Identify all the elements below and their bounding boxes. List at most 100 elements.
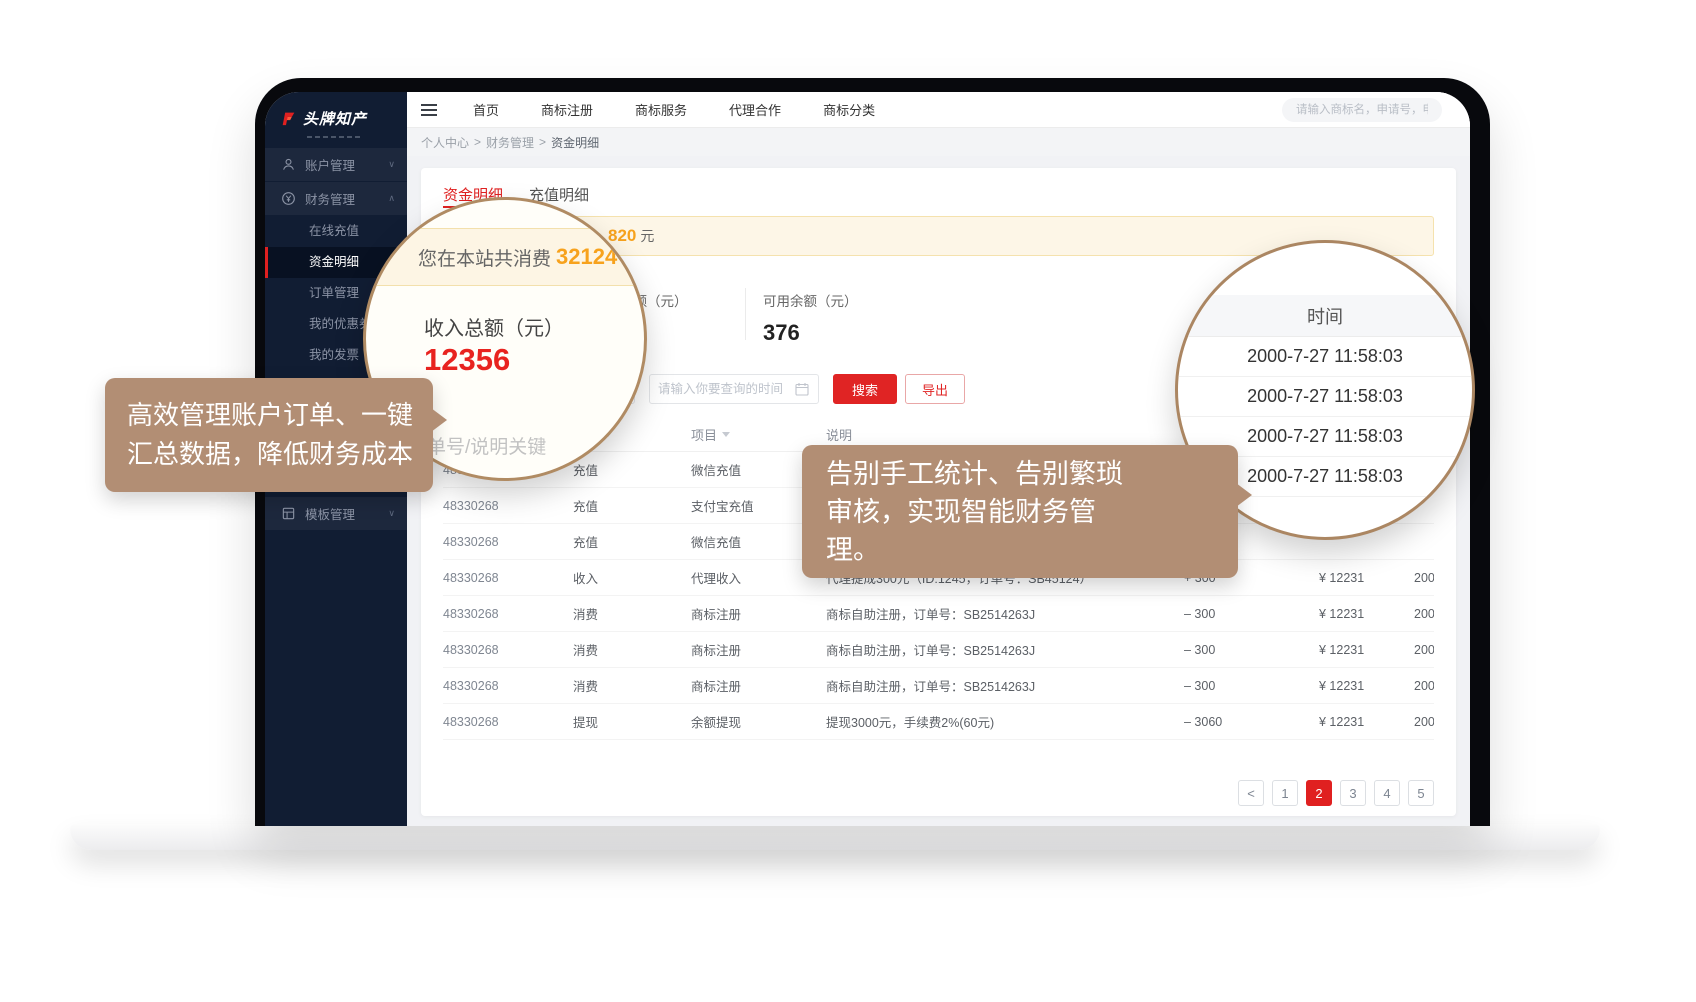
cell-amount: – 300 bbox=[1184, 607, 1319, 621]
stage: 头牌知产 账户管理 ∨ bbox=[0, 0, 1696, 1002]
template-icon bbox=[281, 506, 296, 521]
header-project[interactable]: 项目 bbox=[691, 425, 826, 444]
cell-project: 余额提现 bbox=[691, 712, 826, 731]
cell-type: 提现 bbox=[573, 712, 691, 731]
cell-time: 2000-7-27 11:58:03 bbox=[1414, 571, 1434, 585]
user-icon bbox=[281, 157, 296, 172]
cell-order: 48330268 bbox=[443, 535, 573, 549]
pagination: < 1 2 3 4 5 bbox=[443, 780, 1434, 806]
callout-line: 高效管理账户订单、一键 bbox=[127, 396, 433, 435]
cell-order: 48330268 bbox=[443, 499, 573, 513]
calendar-icon bbox=[795, 382, 809, 396]
cell-desc: 商标自助注册，订单号：SB2514263J bbox=[826, 604, 1184, 623]
sidebar-item-template[interactable]: 模板管理 ∨ bbox=[265, 497, 407, 530]
lens-time-row: 2000-7-27 11:58:03 bbox=[1178, 337, 1472, 377]
cell-amount: – 300 bbox=[1184, 643, 1319, 657]
callout-left: 高效管理账户订单、一键 汇总数据，降低财务成本 bbox=[105, 378, 433, 492]
breadcrumb-part[interactable]: 个人中心 bbox=[421, 134, 469, 151]
chevron-down-icon: ∨ bbox=[388, 508, 395, 519]
nav-item-trademark-category[interactable]: 商标分类 bbox=[823, 100, 875, 119]
cell-type: 充值 bbox=[573, 496, 691, 515]
lens-banner-magnified: 您在本站共消费 32124 元 bbox=[366, 228, 644, 286]
pagination-page-1[interactable]: 1 bbox=[1272, 780, 1298, 806]
header-desc: 说明 bbox=[826, 425, 1184, 444]
laptop-base bbox=[70, 824, 1600, 850]
pagination-page-3[interactable]: 3 bbox=[1340, 780, 1366, 806]
pagination-page-5[interactable]: 5 bbox=[1408, 780, 1434, 806]
cell-time: 2000-7-27 11:58:03 bbox=[1414, 715, 1434, 729]
cell-type: 充值 bbox=[573, 532, 691, 551]
stat-value: 376 bbox=[763, 320, 858, 346]
cell-amount: – 3060 bbox=[1184, 715, 1319, 729]
cell-order: 48330268 bbox=[443, 679, 573, 693]
cell-time: 2000-7-27 11:58:03 bbox=[1414, 679, 1434, 693]
sidebar-item-label: 财务管理 bbox=[305, 189, 355, 208]
callout-line: 审核，实现智能财务管 bbox=[826, 493, 1238, 531]
lens-income-label: 收入总额（元） bbox=[424, 312, 564, 341]
callout-line: 理。 bbox=[826, 531, 1238, 569]
card-tabs: 资金明细 充值明细 bbox=[443, 168, 1434, 208]
nav-item-trademark-register[interactable]: 商标注册 bbox=[541, 100, 593, 119]
sort-caret-icon bbox=[722, 432, 730, 437]
lens-time-header: 时间 bbox=[1178, 295, 1472, 337]
brand-name: 头牌知产 bbox=[303, 108, 367, 129]
callout-line: 汇总数据，降低财务成本 bbox=[127, 435, 433, 474]
brand-logo-icon bbox=[281, 111, 296, 126]
cell-project: 商标注册 bbox=[691, 604, 826, 623]
pagination-page-4[interactable]: 4 bbox=[1374, 780, 1400, 806]
search-button[interactable]: 搜索 bbox=[833, 374, 897, 404]
breadcrumb-separator: > bbox=[474, 135, 481, 149]
cell-type: 充值 bbox=[573, 460, 691, 479]
sidebar-item-label: 模板管理 bbox=[305, 504, 355, 523]
table-row: 48330268 消费 商标注册 商标自助注册，订单号：SB2514263J –… bbox=[443, 668, 1434, 704]
cell-time: 2000-7-27 11:58:03 bbox=[1414, 643, 1434, 657]
hamburger-menu-icon[interactable] bbox=[421, 104, 437, 116]
top-navbar: 首页 商标注册 商标服务 代理合作 商标分类 bbox=[407, 92, 1470, 128]
cell-type: 消费 bbox=[573, 604, 691, 623]
cell-desc: 商标自助注册，订单号：SB2514263J bbox=[826, 640, 1184, 659]
sidebar-item-account[interactable]: 账户管理 ∨ bbox=[265, 148, 407, 181]
cell-project: 商标注册 bbox=[691, 676, 826, 695]
table-row: 48330268 消费 商标注册 商标自助注册，订单号：SB2514263J –… bbox=[443, 596, 1434, 632]
cell-balance: ¥ 12231 bbox=[1319, 571, 1414, 585]
cell-balance: ¥ 12231 bbox=[1319, 607, 1414, 621]
chevron-down-icon: ∨ bbox=[388, 159, 395, 170]
nav-item-agent-cooperation[interactable]: 代理合作 bbox=[729, 100, 781, 119]
cell-type: 收入 bbox=[573, 568, 691, 587]
cell-order: 48330268 bbox=[443, 571, 573, 585]
cell-balance: ¥ 12231 bbox=[1319, 679, 1414, 693]
lens-time-row: 2000-7-27 11:58:03 bbox=[1178, 377, 1472, 417]
cell-desc: 提现3000元，手续费2%(60元) bbox=[826, 712, 1184, 731]
nav-item-trademark-service[interactable]: 商标服务 bbox=[635, 100, 687, 119]
stat-label: 可用余额（元） bbox=[763, 290, 858, 310]
cell-balance: ¥ 12231 bbox=[1319, 643, 1414, 657]
cell-balance: ¥ 12231 bbox=[1319, 715, 1414, 729]
cell-order: 48330268 bbox=[443, 715, 573, 729]
breadcrumb-current: 资金明细 bbox=[551, 134, 599, 151]
lens-banner-prefix: 您在本站共消费 bbox=[418, 244, 551, 271]
export-button[interactable]: 导出 bbox=[905, 374, 965, 404]
breadcrumb: 个人中心 > 财务管理 > 资金明细 bbox=[407, 128, 1470, 156]
brand-tagline-dots bbox=[265, 133, 407, 148]
sidebar-item-finance[interactable]: 财务管理 ∧ bbox=[265, 182, 407, 215]
stat-divider bbox=[745, 288, 746, 340]
cell-project: 商标注册 bbox=[691, 640, 826, 659]
nav-item-home[interactable]: 首页 bbox=[473, 100, 499, 119]
lens-banner-unit: 元 bbox=[622, 244, 641, 271]
callout-line: 告别手工统计、告别繁琐 bbox=[826, 455, 1238, 493]
breadcrumb-part[interactable]: 财务管理 bbox=[486, 134, 534, 151]
chevron-up-icon: ∧ bbox=[388, 193, 395, 204]
cell-order: 48330268 bbox=[443, 643, 573, 657]
cell-time: 2000-7-27 11:58:03 bbox=[1414, 607, 1434, 621]
stat-balance: 可用余额（元） 376 bbox=[763, 290, 858, 346]
callout-right: 告别手工统计、告别繁琐 审核，实现智能财务管 理。 bbox=[802, 445, 1238, 578]
date-filter-input[interactable] bbox=[649, 374, 819, 404]
pagination-page-2-active[interactable]: 2 bbox=[1306, 780, 1332, 806]
table-row: 48330268 提现 余额提现 提现3000元，手续费2%(60元) – 30… bbox=[443, 704, 1434, 740]
finance-icon bbox=[281, 191, 296, 206]
table-row: 48330268 消费 商标注册 商标自助注册，订单号：SB2514263J –… bbox=[443, 632, 1434, 668]
trademark-search-input[interactable] bbox=[1282, 98, 1442, 122]
pagination-prev[interactable]: < bbox=[1238, 780, 1264, 806]
cell-amount: – 300 bbox=[1184, 679, 1319, 693]
sidebar-item-label: 账户管理 bbox=[305, 155, 355, 174]
